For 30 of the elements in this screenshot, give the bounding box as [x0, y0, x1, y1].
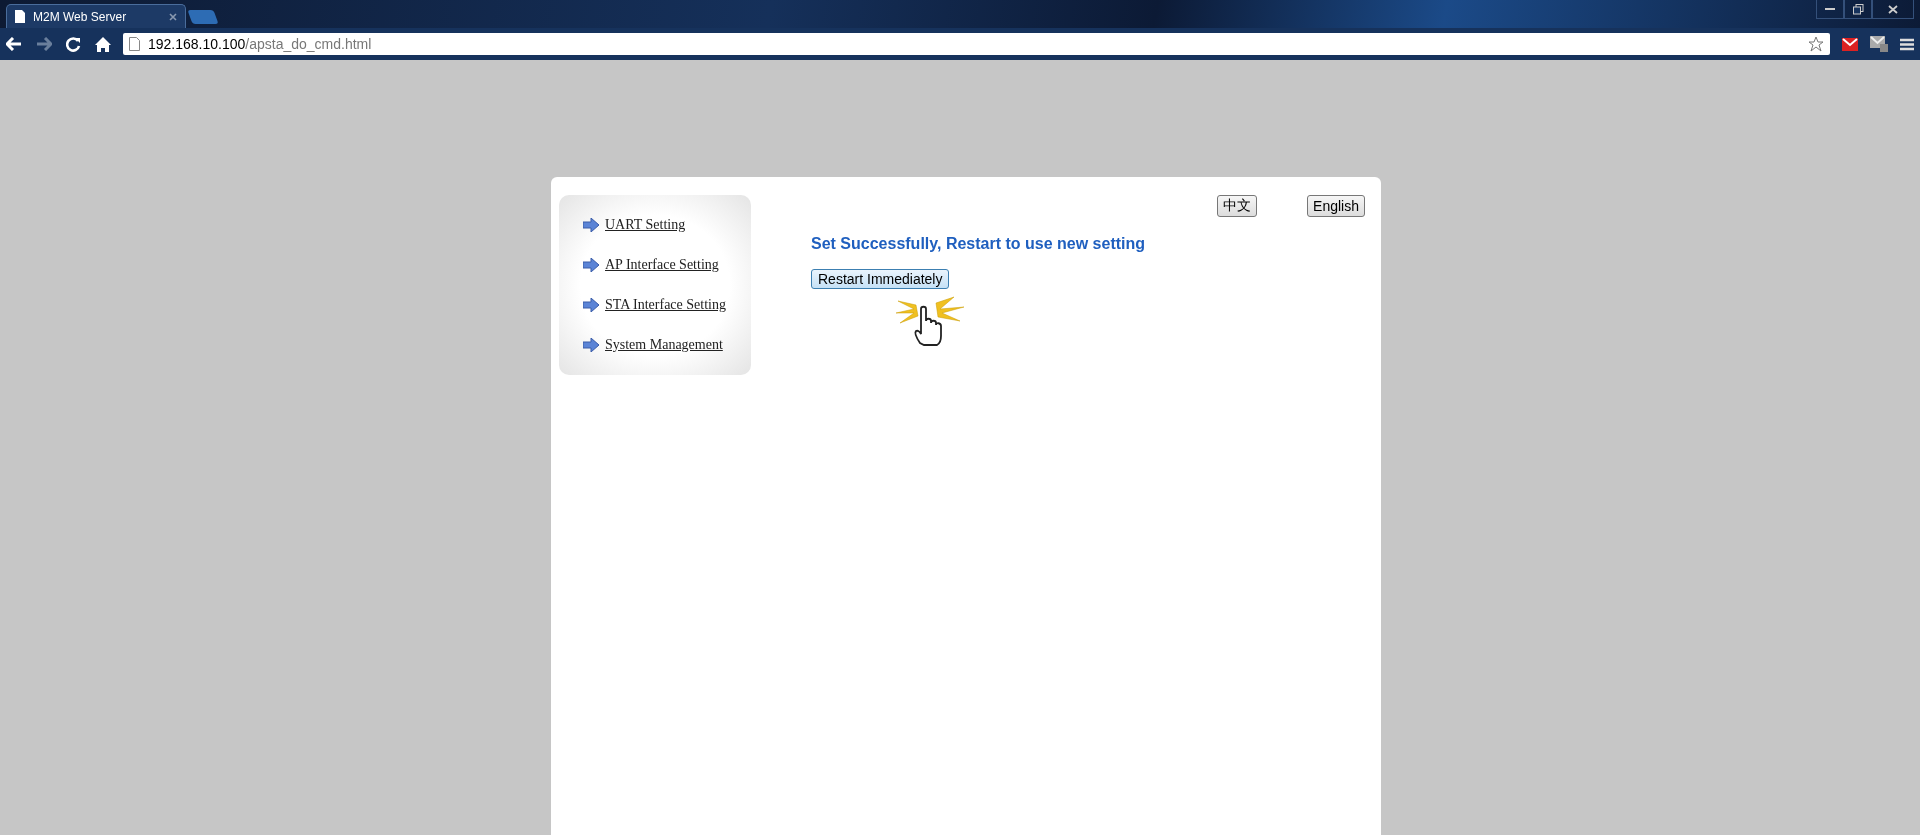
- minimize-icon[interactable]: [1816, 0, 1844, 19]
- restore-icon[interactable]: [1844, 0, 1872, 19]
- address-bar[interactable]: 192.168.10.100/apsta_do_cmd.html: [123, 33, 1830, 55]
- restart-button[interactable]: Restart Immediately: [811, 269, 950, 289]
- browser-tab[interactable]: M2M Web Server: [6, 4, 186, 28]
- home-icon[interactable]: [95, 36, 111, 52]
- tab-title: M2M Web Server: [33, 9, 127, 24]
- forward-icon[interactable]: [36, 36, 52, 51]
- menu-link[interactable]: AP Interface Setting: [605, 257, 719, 273]
- language-button[interactable]: English: [1307, 195, 1365, 217]
- page-icon: [129, 37, 140, 51]
- status-message: Set Successfully, Restart to use new setting: [811, 235, 1147, 253]
- page-icon: [15, 10, 25, 23]
- arrow-icon: [583, 258, 599, 272]
- back-icon[interactable]: [6, 36, 22, 51]
- menu-link[interactable]: STA Interface Setting: [605, 297, 726, 313]
- url-text: 192.168.10.100/apsta_do_cmd.html: [148, 36, 372, 52]
- mail-icon[interactable]: [1870, 36, 1888, 52]
- arrow-icon: [583, 298, 599, 312]
- menu-link[interactable]: System Management: [605, 337, 723, 353]
- reload-icon[interactable]: [66, 36, 81, 52]
- language-button[interactable]: 中文: [1217, 195, 1258, 217]
- close-icon[interactable]: [1872, 0, 1914, 19]
- menu-link[interactable]: UART Setting: [605, 217, 686, 233]
- arrow-icon: [583, 218, 599, 232]
- arrow-icon: [583, 338, 599, 352]
- new-tab-button[interactable]: [187, 10, 219, 24]
- mail-icon[interactable]: [1842, 37, 1858, 51]
- star-icon[interactable]: [1808, 36, 1824, 52]
- menu-icon[interactable]: [1900, 37, 1914, 51]
